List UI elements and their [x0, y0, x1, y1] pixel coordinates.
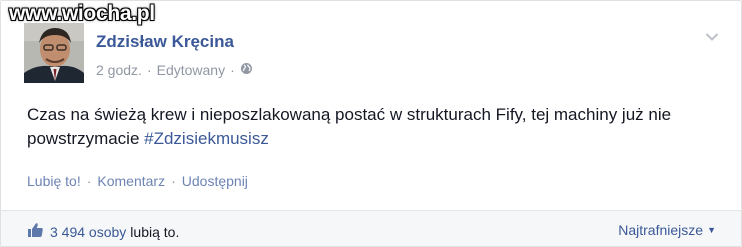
meta-separator: · — [230, 62, 235, 78]
chevron-down-icon[interactable] — [705, 29, 719, 47]
post-actions: Lubię to! · Komentarz · Udostępnij — [27, 173, 248, 189]
post-meta: 2 godz. · Edytowany · — [96, 62, 253, 78]
post-timestamp[interactable]: 2 godz. — [96, 62, 142, 78]
thumbs-up-icon — [27, 222, 44, 241]
post-footer: 3 494 osoby lubią to. Najtrafniejsze ▼ — [1, 211, 741, 246]
avatar-image — [24, 23, 84, 83]
avatar[interactable] — [24, 23, 84, 83]
sort-label: Najtrafniejsze — [618, 222, 704, 238]
like-count-link[interactable]: 3 494 osoby — [50, 224, 126, 240]
caret-down-icon: ▼ — [707, 225, 716, 235]
action-separator: · — [171, 173, 176, 189]
post-body: Czas na świeżą krew i nieposzlakowaną po… — [27, 103, 707, 151]
like-text: lubią to. — [130, 223, 180, 240]
edited-label[interactable]: Edytowany — [157, 62, 225, 78]
like-summary: 3 494 osoby lubią to. — [27, 222, 179, 241]
post-card: www.wiocha.pl Zdzisław Kręcina 2 godz. ·… — [0, 0, 742, 247]
hashtag-link[interactable]: #Zdzisiekmusisz — [144, 129, 269, 148]
action-separator: · — [86, 173, 92, 189]
comment-button[interactable]: Komentarz — [97, 173, 165, 189]
watermark: www.wiocha.pl — [9, 2, 155, 25]
share-button[interactable]: Udostępnij — [182, 173, 248, 189]
like-button[interactable]: Lubię to! — [27, 173, 81, 189]
sort-dropdown[interactable]: Najtrafniejsze ▼ — [618, 222, 716, 238]
globe-icon[interactable] — [240, 62, 253, 78]
meta-separator: · — [146, 62, 152, 78]
author-name[interactable]: Zdzisław Kręcina — [96, 32, 234, 52]
post-text: Czas na świeżą krew i nieposzlakowaną po… — [27, 105, 672, 148]
